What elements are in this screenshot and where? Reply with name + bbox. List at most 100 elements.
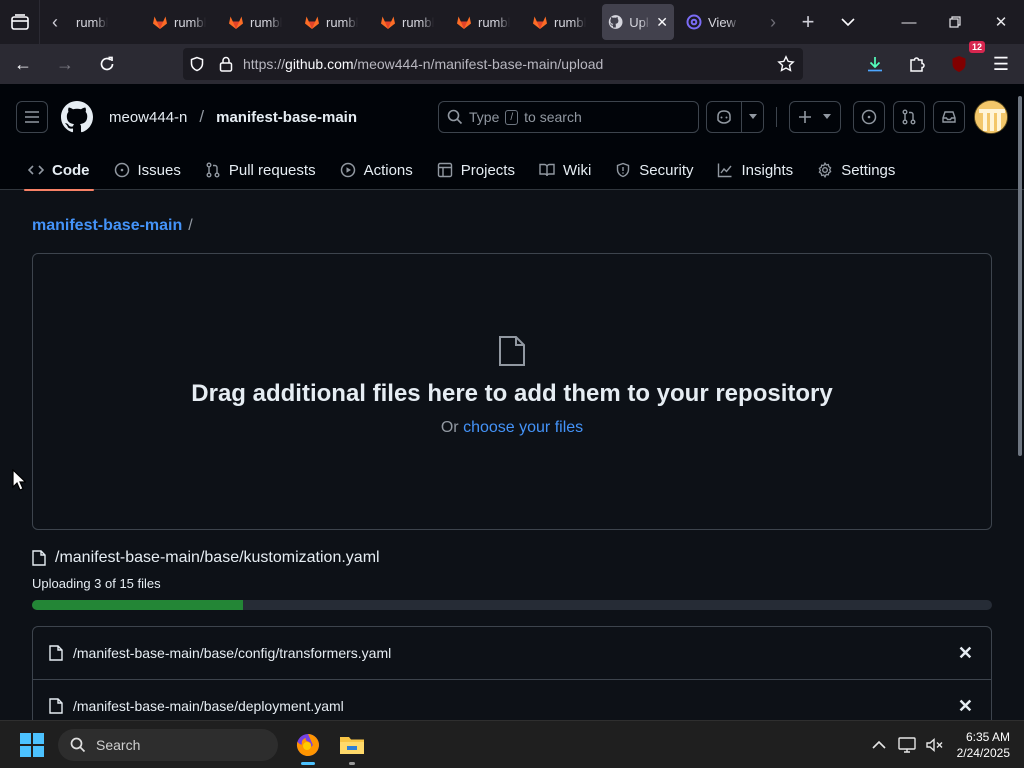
copilot-menu-button[interactable]: [706, 101, 764, 133]
mouse-cursor-icon: [12, 469, 26, 491]
tab-label: rumble: [174, 14, 206, 30]
upload-progress-fill: [32, 600, 244, 610]
tab-insights[interactable]: Insights: [705, 150, 805, 190]
tab-scroll-right-button[interactable]: ›: [758, 0, 788, 44]
create-new-button[interactable]: [789, 101, 841, 133]
browser-tab-rumble[interactable]: rumble: [70, 0, 146, 44]
pull-request-icon: [206, 162, 220, 178]
restore-icon: [949, 16, 961, 28]
book-icon: [539, 163, 555, 177]
copilot-dropdown-button[interactable]: [741, 102, 763, 132]
taskbar-clock[interactable]: 6:35 AM 2/24/2025: [957, 729, 1010, 761]
tab-projects[interactable]: Projects: [425, 150, 527, 190]
github-logo-icon[interactable]: [61, 101, 93, 133]
taskbar-search-box[interactable]: Search: [58, 728, 278, 761]
firefox-view-icon: [10, 14, 29, 30]
search-placeholder-suffix: to search: [524, 109, 582, 125]
forward-button[interactable]: →: [46, 48, 84, 80]
lock-icon[interactable]: [219, 56, 233, 72]
tab-label: Pull requests: [228, 161, 316, 179]
extensions-button[interactable]: [898, 48, 936, 80]
taskbar-file-explorer-button[interactable]: [330, 723, 374, 767]
triangle-down-icon: [823, 114, 831, 119]
close-window-button[interactable]: ✕: [978, 0, 1024, 44]
volume-button[interactable]: [921, 725, 949, 765]
tracking-protection-shield-icon[interactable]: [189, 56, 205, 72]
reload-button[interactable]: [88, 48, 126, 80]
show-hidden-icons-button[interactable]: [865, 725, 893, 765]
list-all-tabs-button[interactable]: [828, 0, 868, 44]
tab-label: View r: [708, 14, 740, 30]
repo-name-link[interactable]: manifest-base-main: [216, 109, 357, 126]
speaker-muted-icon: [925, 737, 943, 752]
hamburger-menu-icon: ☰: [992, 53, 1010, 74]
browser-tab[interactable]: rumble: [298, 0, 374, 44]
gitlab-fox-icon: [305, 16, 319, 29]
search-icon: [447, 109, 463, 125]
gitlab-fox-icon: [533, 16, 547, 29]
browser-tab[interactable]: rumble: [374, 0, 450, 44]
download-icon: [868, 57, 882, 72]
system-tray: 6:35 AM 2/24/2025: [865, 721, 1024, 768]
network-monitor-icon: [897, 736, 916, 753]
tab-security[interactable]: Security: [603, 150, 705, 190]
close-icon: ✕: [994, 14, 1008, 31]
tab-label: Insights: [741, 161, 794, 179]
code-icon: [28, 165, 44, 175]
tab-wiki[interactable]: Wiki: [527, 150, 603, 190]
breadcrumb-repo-link[interactable]: manifest-base-main: [32, 217, 182, 234]
copilot-button[interactable]: [707, 102, 741, 132]
page-scrollbar[interactable]: [1018, 96, 1022, 456]
tab-issues[interactable]: Issues: [102, 150, 193, 190]
arrow-right-icon: →: [56, 53, 74, 74]
taskbar-firefox-button[interactable]: [286, 723, 330, 767]
restore-window-button[interactable]: [932, 0, 978, 44]
tab-settings[interactable]: Settings: [805, 150, 907, 190]
tab-scroll-left-button[interactable]: ‹: [40, 0, 70, 44]
user-avatar-button[interactable]: [974, 100, 1008, 134]
back-button[interactable]: ←: [4, 48, 42, 80]
your-issues-button[interactable]: [853, 101, 885, 133]
search-icon: [70, 737, 86, 752]
bookmark-star-icon[interactable]: [777, 55, 795, 73]
gitlab-fox-icon: [457, 16, 471, 29]
remove-file-button[interactable]: ✕: [958, 696, 973, 717]
downloads-button[interactable]: [856, 48, 894, 80]
network-status-button[interactable]: [893, 725, 921, 765]
drop-zone-subtitle: Or choose your files: [32, 419, 992, 437]
new-tab-button[interactable]: +: [788, 0, 828, 44]
minimize-window-button[interactable]: —: [886, 0, 932, 44]
drop-zone-or-text: Or: [440, 419, 459, 436]
start-button[interactable]: [8, 721, 56, 768]
choose-your-files-link[interactable]: choose your files: [463, 419, 583, 436]
tab-pull-requests[interactable]: Pull requests: [193, 150, 328, 190]
browser-tab[interactable]: rumble: [146, 0, 222, 44]
gitlab-fox-icon: [381, 16, 395, 29]
triangle-down-icon: [748, 114, 757, 119]
tab-label: Code: [52, 161, 90, 179]
ublock-extension-button[interactable]: 12: [940, 41, 985, 80]
tab-actions[interactable]: Actions: [328, 150, 425, 190]
your-pull-requests-button[interactable]: [893, 101, 925, 133]
file-icon: [32, 550, 46, 566]
github-header-actions: [706, 101, 965, 133]
browser-tab-upload-active[interactable]: Upload ✕: [602, 4, 674, 40]
github-header: meow444-n / manifest-base-main Type / to…: [0, 84, 1024, 191]
address-bar[interactable]: https://github.com/meow444-n/manifest-ba…: [183, 48, 803, 80]
remove-file-button[interactable]: ✕: [958, 643, 973, 664]
browser-tab-view[interactable]: View r: [674, 0, 758, 44]
browser-tab[interactable]: rumble: [526, 0, 602, 44]
tab-code[interactable]: Code: [16, 150, 102, 191]
firefox-view-button[interactable]: [0, 0, 40, 44]
tab-label: rumble: [478, 14, 510, 30]
github-search-input[interactable]: Type / to search: [438, 101, 699, 133]
url-text[interactable]: https://github.com/meow444-n/manifest-ba…: [243, 56, 603, 72]
clock-date: 2/24/2025: [956, 745, 1010, 760]
notifications-inbox-button[interactable]: [933, 101, 965, 133]
repo-owner-link[interactable]: meow444-n: [109, 109, 187, 126]
close-tab-icon[interactable]: ✕: [656, 14, 668, 31]
app-menu-button[interactable]: ☰: [982, 48, 1020, 80]
global-nav-menu-button[interactable]: [16, 101, 48, 133]
browser-tab[interactable]: rumble: [450, 0, 526, 44]
browser-tab[interactable]: rumble: [222, 0, 298, 44]
